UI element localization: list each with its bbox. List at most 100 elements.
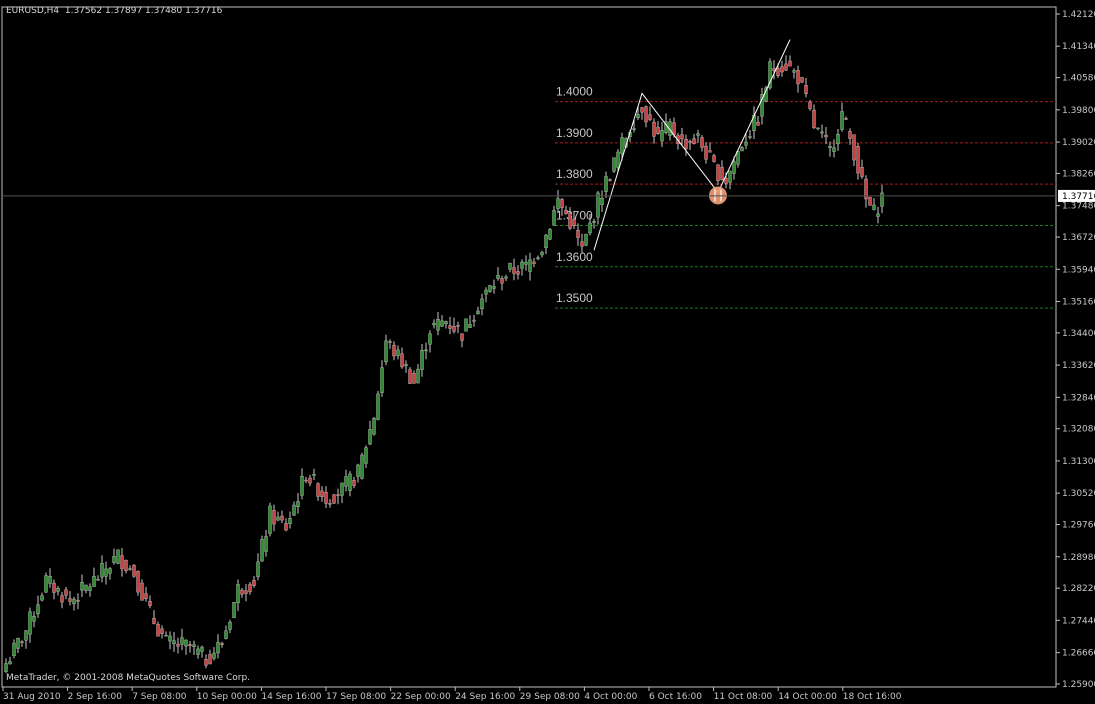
y-tick-label: 1.28220 [1062, 584, 1095, 594]
candle-body [440, 320, 444, 327]
y-tick-label: 1.42120 [1062, 10, 1095, 20]
candle-body [544, 234, 548, 248]
candle-body [456, 325, 460, 327]
candle-body [116, 549, 120, 564]
candle-body [328, 503, 332, 505]
candle-body [680, 134, 684, 140]
candle-body [140, 582, 144, 601]
candle-body [416, 368, 420, 384]
candle-body [320, 490, 324, 497]
candle-body [40, 595, 44, 601]
high-value: 1.37897 [104, 6, 143, 16]
candle-body [324, 492, 328, 504]
candle-body [564, 209, 568, 215]
candle-body [136, 570, 140, 593]
candle-body [604, 176, 608, 192]
y-tick-label: 1.30520 [1062, 489, 1095, 499]
y-tick-label: 1.41340 [1062, 42, 1095, 52]
level-label: 1.3800 [556, 167, 593, 181]
candle-body [184, 639, 188, 647]
candle-body [524, 261, 528, 265]
candle-body [428, 333, 432, 345]
candle-body [168, 635, 172, 642]
low-value: 1.37480 [145, 6, 183, 16]
candle-body [240, 589, 244, 595]
candle-body [516, 271, 520, 275]
candle-body [712, 155, 716, 162]
candle-body [640, 107, 644, 113]
candle-body [596, 192, 600, 218]
candle-body [148, 601, 152, 606]
candle-body [16, 638, 20, 649]
candle-body [796, 70, 800, 85]
candle-body [536, 257, 540, 260]
candle-body [340, 482, 344, 496]
candle-body [12, 642, 16, 657]
y-tick-label: 1.35940 [1062, 265, 1095, 275]
y-tick-label: 1.40580 [1062, 74, 1095, 84]
candle-body [412, 373, 416, 384]
y-tick-label: 1.25900 [1062, 680, 1095, 690]
candle-body [572, 218, 576, 226]
candle-body [204, 659, 208, 666]
candle-body [124, 559, 128, 571]
candle-body [376, 393, 380, 420]
level-label: 1.3600 [556, 250, 593, 264]
candle-body [404, 364, 408, 367]
candle-body [644, 106, 648, 123]
candle-body [64, 589, 68, 596]
candle-body [708, 150, 712, 153]
candle-body [464, 318, 468, 332]
candle-body [128, 568, 132, 570]
candle-body [44, 575, 48, 593]
candle-body [220, 643, 224, 645]
price-chart[interactable]: 1.40001.39001.38001.37001.36001.35001.42… [0, 0, 1095, 704]
candle-body [160, 628, 164, 634]
candle-body [276, 516, 280, 521]
level-label: 1.3900 [556, 126, 593, 140]
candle-body [24, 630, 28, 641]
candle-body [92, 576, 96, 587]
candle-body [620, 137, 624, 154]
y-tick-label: 1.31300 [1062, 457, 1095, 467]
candle-body [632, 128, 636, 130]
candle-body [728, 170, 732, 183]
candle-body [872, 204, 876, 210]
x-tick-label: 6 Oct 16:00 [649, 692, 702, 702]
y-tick-label: 1.27440 [1062, 616, 1095, 626]
current-price-label: 1.37716 [1062, 192, 1095, 202]
candle-body [208, 654, 212, 665]
candle-body [32, 616, 36, 622]
candle-body [692, 138, 696, 144]
candle-body [384, 340, 388, 363]
candle-body [176, 643, 180, 647]
candle-body [144, 593, 148, 599]
candle-body [832, 147, 836, 152]
candle-body [164, 634, 168, 637]
candle-body [224, 630, 228, 639]
candle-body [660, 130, 664, 142]
y-tick-label: 1.29760 [1062, 521, 1095, 531]
candle-body [100, 563, 104, 578]
candle-body [616, 151, 620, 168]
candle-body [484, 289, 488, 295]
candle-body [408, 369, 412, 384]
level-label: 1.3500 [556, 291, 593, 305]
close-value: 1.37716 [185, 6, 223, 16]
y-tick-label: 1.38260 [1062, 169, 1095, 179]
candle-body [732, 161, 736, 174]
candle-body [212, 652, 216, 659]
candle-body [348, 473, 352, 491]
level-label: 1.4000 [556, 85, 593, 99]
candle-body [720, 166, 724, 180]
candle-body [812, 109, 816, 128]
candle-body [848, 131, 852, 139]
candle-body [80, 582, 84, 591]
candle-body [748, 136, 752, 138]
candle-body [852, 134, 856, 161]
chart-window[interactable]: 1.4000 1.3900 1.3800 1.3700 1.3600 1.3500 1.42… [0, 0, 1095, 704]
candle-body [4, 663, 8, 672]
candle-body [260, 539, 264, 562]
candle-body [836, 134, 840, 145]
y-tick-label: 1.34400 [1062, 329, 1095, 339]
